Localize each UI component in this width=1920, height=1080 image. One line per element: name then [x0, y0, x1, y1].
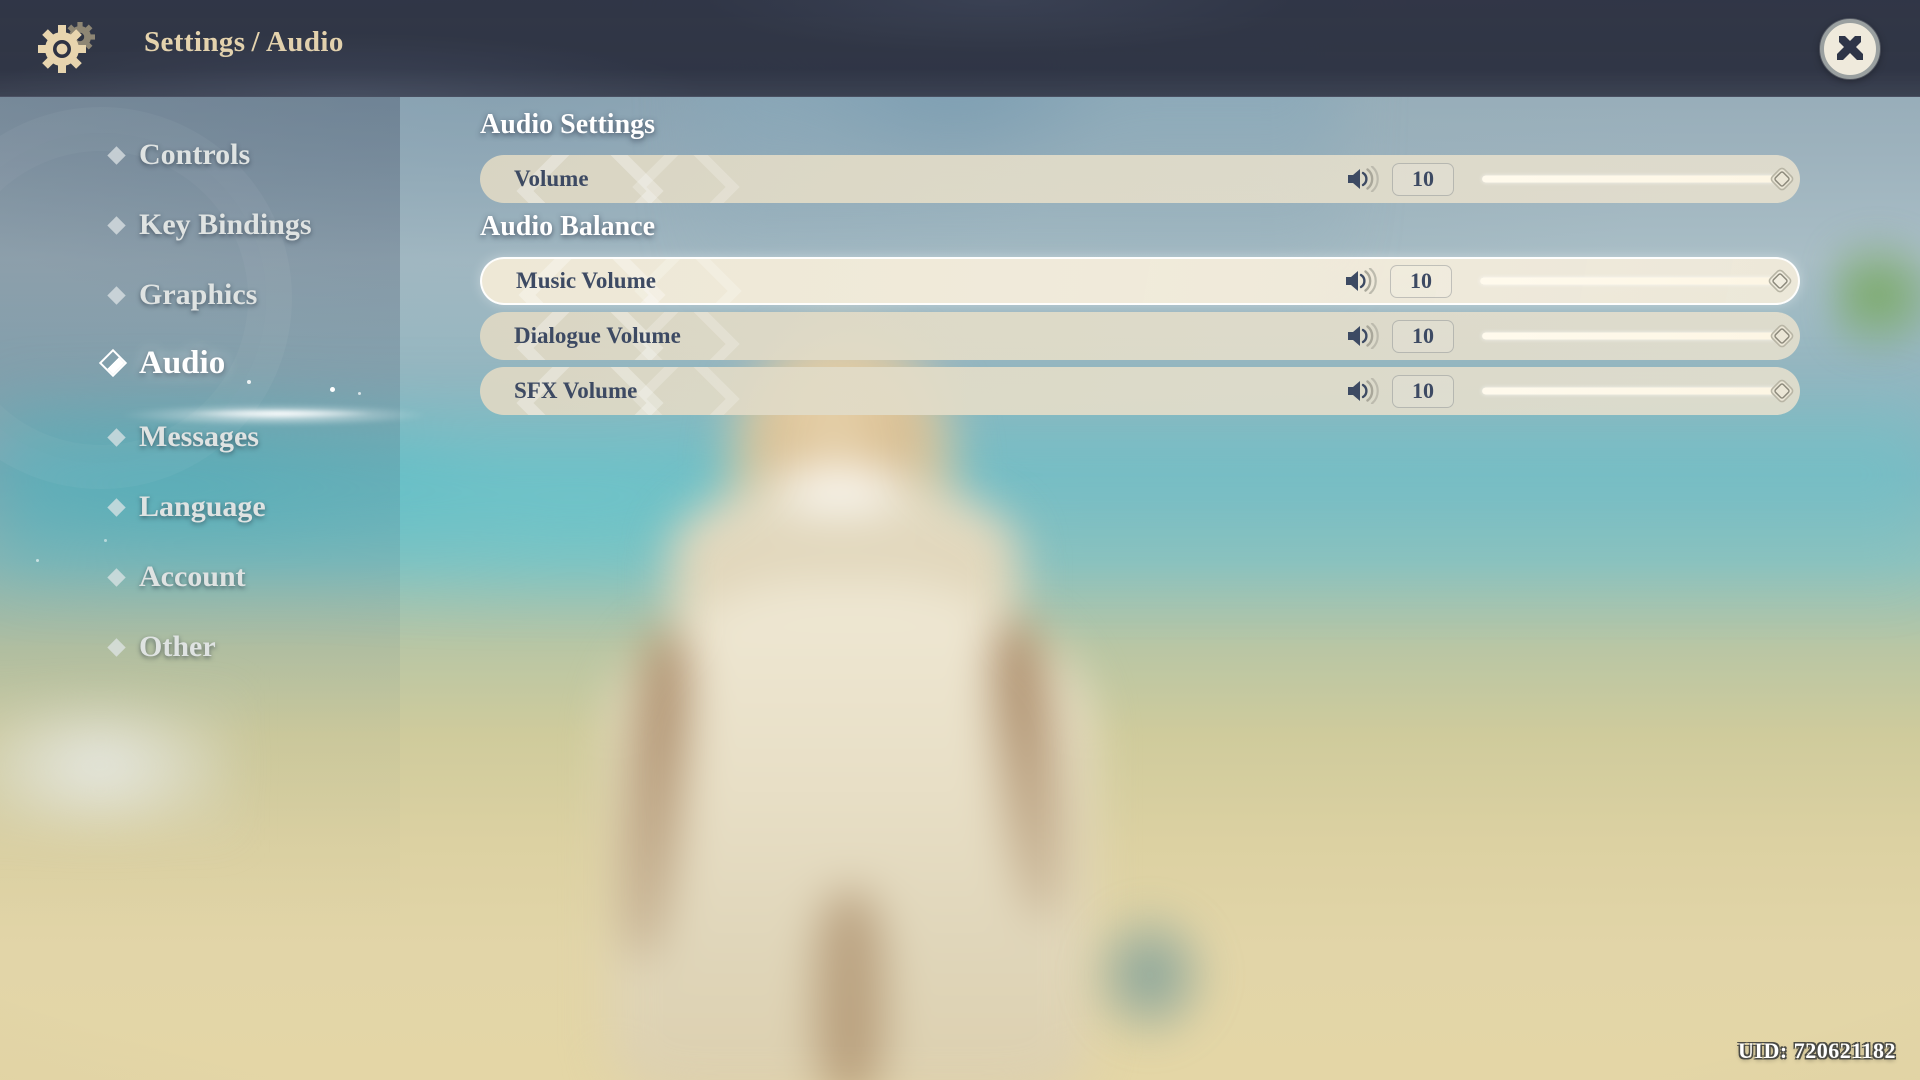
sparkle [36, 559, 39, 562]
settings-sidebar: Controls Key Bindings Graphics Audio Mes… [0, 97, 430, 1080]
setting-label: Dialogue Volume [514, 323, 681, 348]
setting-label: Volume [514, 166, 589, 191]
setting-row-music-volume[interactable]: Music Volume 10 [480, 257, 1800, 305]
slider-fill [1482, 175, 1782, 183]
slider-handle[interactable] [1767, 268, 1793, 294]
slider-fill [1480, 277, 1780, 285]
diamond-handle-icon [1770, 324, 1794, 348]
sidebar-item-label: Account [139, 560, 246, 593]
setting-label: Music Volume [516, 268, 656, 293]
slider-fill [1482, 332, 1782, 340]
setting-row-volume[interactable]: Volume 10 [480, 155, 1800, 203]
setting-controls: 10 [1346, 162, 1800, 196]
slider-handle[interactable] [1769, 378, 1795, 404]
dialogue-volume-slider[interactable] [1482, 323, 1794, 349]
diamond-bullet-icon [107, 427, 126, 447]
setting-label: SFX Volume [514, 378, 638, 403]
sidebar-item-messages[interactable]: Messages [107, 415, 259, 459]
sidebar-item-audio[interactable]: Audio [98, 341, 226, 385]
diamond-bullet-icon [107, 497, 126, 517]
sidebar-item-label: Other [139, 630, 216, 663]
close-button[interactable] [1820, 19, 1880, 79]
slider-handle[interactable] [1769, 166, 1795, 192]
breadcrumb-current: Audio [265, 26, 344, 58]
sidebar-item-label: Language [139, 490, 266, 523]
sidebar-item-graphics[interactable]: Graphics [107, 273, 258, 317]
setting-value[interactable]: 10 [1392, 319, 1454, 353]
diamond-bullet-icon [107, 215, 126, 235]
volume-slider[interactable] [1482, 166, 1794, 192]
sfx-volume-slider[interactable] [1482, 378, 1794, 404]
diamond-handle-icon [1770, 379, 1794, 403]
diamond-bullet-icon [107, 567, 126, 587]
sidebar-item-language[interactable]: Language [107, 485, 266, 529]
sidebar-item-label: Controls [139, 138, 251, 171]
diamond-bullet-icon [107, 285, 126, 305]
diamond-handle-icon [1768, 269, 1792, 293]
diamond-bullet-icon [98, 348, 128, 378]
sidebar-item-label: Graphics [139, 278, 258, 311]
sidebar-item-key-bindings[interactable]: Key Bindings [107, 203, 312, 247]
music-volume-slider[interactable] [1480, 268, 1792, 294]
speaker-volume-icon[interactable] [1346, 166, 1380, 192]
slider-handle[interactable] [1769, 323, 1795, 349]
section-title-audio-settings: Audio Settings [480, 109, 656, 140]
setting-controls: 10 [1346, 374, 1800, 408]
sidebar-item-label: Key Bindings [139, 208, 312, 241]
speaker-volume-icon[interactable] [1344, 268, 1378, 294]
sparkle [330, 387, 335, 392]
setting-controls: 10 [1344, 264, 1798, 298]
setting-value[interactable]: 10 [1392, 374, 1454, 408]
speaker-volume-icon[interactable] [1346, 378, 1380, 404]
setting-value[interactable]: 10 [1392, 162, 1454, 196]
breadcrumb-root[interactable]: Settings [144, 26, 246, 58]
sidebar-item-other[interactable]: Other [107, 625, 216, 669]
sidebar-item-account[interactable]: Account [107, 555, 246, 599]
setting-row-dialogue-volume[interactable]: Dialogue Volume 10 [480, 312, 1800, 360]
diamond-bullet-icon [107, 145, 126, 165]
sidebar-item-controls[interactable]: Controls [107, 133, 251, 177]
game-settings-screen: Settings / Audio Controls Key Bindings G… [0, 0, 1920, 1080]
setting-controls: 10 [1346, 319, 1800, 353]
speaker-volume-icon[interactable] [1346, 323, 1380, 349]
setting-value[interactable]: 10 [1390, 264, 1452, 298]
diamond-handle-icon [1770, 167, 1794, 191]
sidebar-item-label: Messages [139, 420, 259, 453]
uid-label: UID: 720621182 [1738, 1038, 1896, 1063]
close-x-icon [1837, 36, 1863, 60]
sparkle [247, 380, 251, 384]
top-bar: Settings / Audio [0, 0, 1920, 97]
section-title-audio-balance: Audio Balance [480, 211, 656, 242]
slider-fill [1482, 387, 1782, 395]
sidebar-item-label: Audio [139, 344, 226, 381]
sparkle [104, 539, 107, 542]
setting-row-sfx-volume[interactable]: SFX Volume 10 [480, 367, 1800, 415]
breadcrumb-separator: / [251, 26, 260, 58]
breadcrumb: Settings / Audio [144, 26, 344, 59]
gear-icon [38, 19, 102, 79]
diamond-bullet-icon [107, 637, 126, 657]
sparkle [358, 392, 361, 395]
